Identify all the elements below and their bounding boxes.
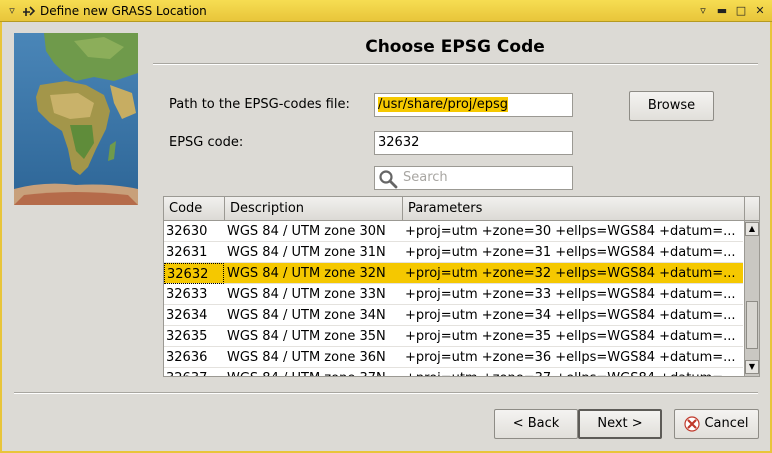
cell-code: 32636 xyxy=(166,350,208,365)
table-row[interactable]: 32630 WGS 84 / UTM zone 30N +proj=utm +z… xyxy=(164,221,743,242)
scroll-down-icon[interactable]: ▼ xyxy=(745,360,759,374)
table-row[interactable]: 32635 WGS 84 / UTM zone 35N +proj=utm +z… xyxy=(164,326,743,347)
cell-description: WGS 84 / UTM zone 31N xyxy=(227,245,386,260)
cell-code: 32631 xyxy=(166,245,208,260)
cell-code: 32635 xyxy=(166,329,208,344)
shade-icon[interactable]: ▿ xyxy=(695,3,711,19)
cell-code: 32637 xyxy=(164,368,224,376)
cell-parameters: +proj=utm +zone=31 +ellps=WGS84 +datum=.… xyxy=(405,245,736,260)
table-row[interactable]: 32633 WGS 84 / UTM zone 33N +proj=utm +z… xyxy=(164,284,743,305)
cell-description: WGS 84 / UTM zone 36N xyxy=(227,350,386,365)
cell-code: 32630 xyxy=(166,224,208,239)
footer-divider xyxy=(14,392,758,394)
heading-divider xyxy=(153,63,758,65)
cell-description: WGS 84 / UTM zone 33N xyxy=(227,287,386,302)
table-header: Code Description Parameters xyxy=(164,197,759,221)
cancel-label: Cancel xyxy=(704,416,749,431)
table-row[interactable]: 32636 WGS 84 / UTM zone 36N +proj=utm +z… xyxy=(164,347,743,368)
path-label: Path to the EPSG-codes file: xyxy=(169,97,350,112)
cell-parameters: +proj=utm +zone=30 +ellps=WGS84 +datum=.… xyxy=(405,224,736,239)
table-row[interactable]: 32637 WGS 84 / UTM zone 37N +proj=utm +z… xyxy=(164,368,743,376)
table-row-selected[interactable]: 32632 WGS 84 / UTM zone 32N +proj=utm +z… xyxy=(164,263,743,284)
search-placeholder: Search xyxy=(403,170,448,185)
cell-parameters: +proj=utm +zone=34 +ellps=WGS84 +datum=.… xyxy=(405,308,736,323)
table-body: 32630 WGS 84 / UTM zone 30N +proj=utm +z… xyxy=(164,221,743,376)
cell-description: WGS 84 / UTM zone 34N xyxy=(227,308,386,323)
cell-parameters: +proj=utm +zone=32 +ellps=WGS84 +datum=.… xyxy=(405,266,736,281)
grass-app-icon xyxy=(23,6,36,16)
maximize-icon[interactable]: □ xyxy=(733,3,749,19)
scrollbar-thumb[interactable] xyxy=(746,301,758,349)
column-header-code[interactable]: Code xyxy=(164,197,225,220)
column-header-description[interactable]: Description xyxy=(225,197,403,220)
search-input[interactable]: Search xyxy=(374,166,573,190)
window-title: Define new GRASS Location xyxy=(40,4,207,18)
table-row[interactable]: 32631 WGS 84 / UTM zone 31N +proj=utm +z… xyxy=(164,242,743,263)
cancel-icon xyxy=(684,416,700,432)
column-header-parameters[interactable]: Parameters xyxy=(403,197,745,220)
cell-description: WGS 84 / UTM zone 30N xyxy=(227,224,386,239)
cell-code: 32632 xyxy=(164,263,224,284)
cancel-button[interactable]: Cancel xyxy=(674,409,759,439)
cell-parameters: +proj=utm +zone=36 +ellps=WGS84 +datum=.… xyxy=(405,350,736,365)
cell-description: WGS 84 / UTM zone 35N xyxy=(227,329,386,344)
table-scrollbar[interactable]: ▲ ▼ xyxy=(744,221,759,376)
browse-button[interactable]: Browse xyxy=(629,91,714,121)
page-title: Choose EPSG Code xyxy=(365,37,545,57)
epsg-table: Code Description Parameters 32630 WGS 84… xyxy=(163,196,760,377)
cell-parameters: +proj=utm +zone=33 +ellps=WGS84 +datum=.… xyxy=(405,287,736,302)
cell-code: 32634 xyxy=(166,308,208,323)
world-map-image xyxy=(14,33,138,205)
epsg-code-label: EPSG code: xyxy=(169,135,244,150)
next-button[interactable]: Next > xyxy=(578,409,662,439)
cell-description: WGS 84 / UTM zone 32N xyxy=(227,266,386,281)
cell-parameters: +proj=utm +zone=35 +ellps=WGS84 +datum=.… xyxy=(405,329,736,344)
cell-description: WGS 84 / UTM zone 37N xyxy=(225,368,402,376)
minimize-icon[interactable]: ▬ xyxy=(714,3,730,19)
cell-code: 32633 xyxy=(166,287,208,302)
back-button[interactable]: < Back xyxy=(494,409,578,439)
search-icon xyxy=(379,170,398,189)
epsg-path-input[interactable]: /usr/share/proj/epsg xyxy=(374,93,573,117)
table-row[interactable]: 32634 WGS 84 / UTM zone 34N +proj=utm +z… xyxy=(164,305,743,326)
epsg-path-value: /usr/share/proj/epsg xyxy=(378,97,509,112)
title-bar: ▿ Define new GRASS Location ▿ ▬ □ ✕ xyxy=(0,0,772,22)
scroll-up-icon[interactable]: ▲ xyxy=(745,222,759,236)
window-menu-icon[interactable]: ▿ xyxy=(4,3,20,19)
epsg-code-input[interactable]: 32632 xyxy=(374,131,573,155)
cell-parameters: +proj=utm +zone=37 +ellps=WGS84 +datum=.… xyxy=(403,368,743,376)
close-icon[interactable]: ✕ xyxy=(752,3,768,19)
